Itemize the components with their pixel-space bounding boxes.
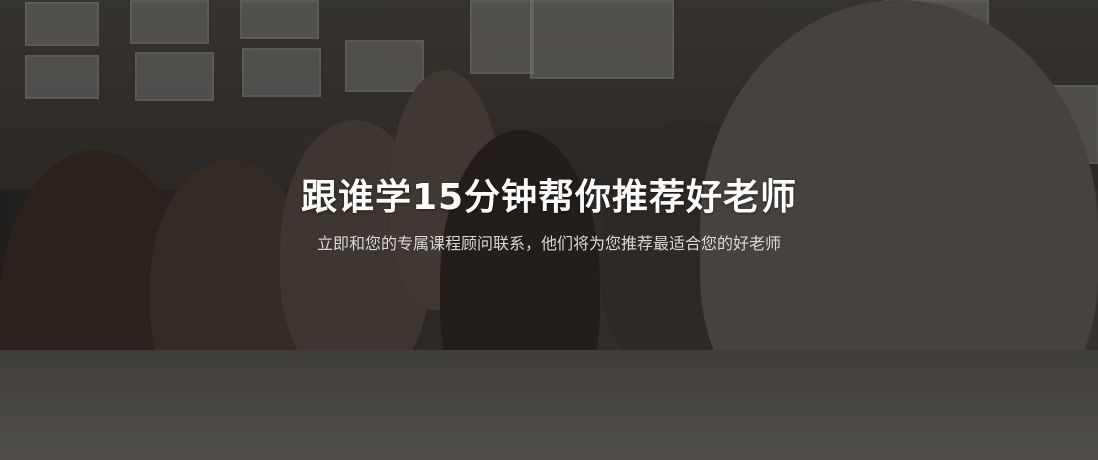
banner-content: 跟谁学15分钟帮你推荐好老师 立即和您的专属课程顾问联系，他们将为您推荐最适合您… (0, 0, 1098, 460)
banner-subtitle: 立即和您的专属课程顾问联系，他们将为您推荐最适合您的好老师 (316, 234, 781, 253)
banner-title: 跟谁学15分钟帮你推荐好老师 (300, 177, 798, 218)
hero-banner: 跟谁学15分钟帮你推荐好老师 立即和您的专属课程顾问联系，他们将为您推荐最适合您… (0, 0, 1098, 460)
